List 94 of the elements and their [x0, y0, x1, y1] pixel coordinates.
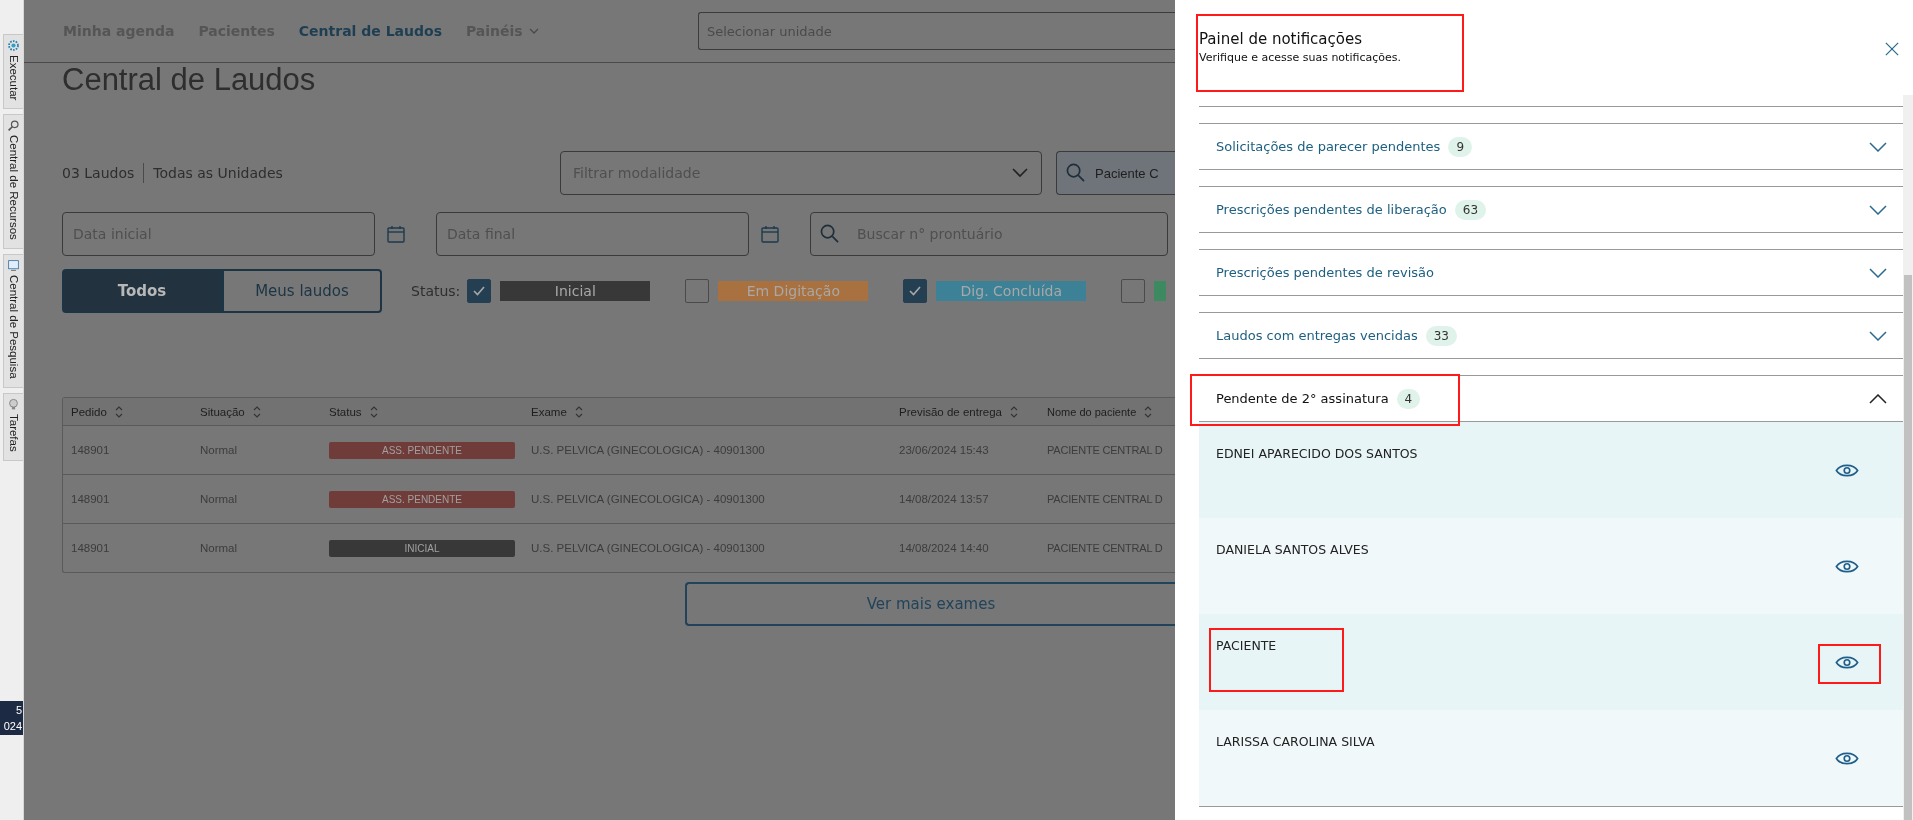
- scrollbar-thumb[interactable]: [1904, 275, 1912, 820]
- notification-section[interactable]: Prescrições pendentes de liberação 63: [1199, 187, 1903, 233]
- table-cell-text: U.S. PELVICA (GINECOLOGICA) - 40901300: [530, 493, 766, 505]
- sidebar-tab[interactable]: Central de Pesquisa: [3, 254, 23, 388]
- table-cell-text: 148901: [70, 493, 111, 505]
- view-icon[interactable]: [1835, 654, 1859, 671]
- sort-icon: [369, 405, 378, 418]
- unit-scope: Todas as Unidades: [153, 165, 283, 181]
- table-cell-text: U.S. PELVICA (GINECOLOGICA) - 40901300: [530, 542, 766, 554]
- sidebar-tab[interactable]: Executar: [3, 34, 23, 110]
- notification-section[interactable]: Prescrições pendentes de revisão: [1199, 250, 1903, 296]
- chevron-down-icon: [1012, 168, 1028, 178]
- date-card: 5 024: [0, 701, 23, 735]
- status-tag: Em Digitação: [718, 281, 869, 301]
- table-cell-text: 148901: [70, 444, 111, 456]
- count-badge: 33: [1425, 325, 1457, 346]
- chevron-down-icon: [1869, 204, 1887, 215]
- view-icon[interactable]: [1835, 462, 1859, 479]
- table-cell-text: Normal: [199, 542, 239, 554]
- status-tag: ASS. PENDENTE: [329, 441, 515, 459]
- monitor-icon: [7, 259, 20, 273]
- count-badge: 63: [1454, 199, 1487, 220]
- status-tag: Inicial: [500, 281, 651, 301]
- chevron-up-icon: [1869, 393, 1887, 404]
- status-tag: Dig. Concluída: [936, 281, 1087, 301]
- status-label: Status:: [411, 283, 461, 299]
- view-icon[interactable]: [1835, 750, 1859, 767]
- patient-name: PACIENTE: [1216, 638, 1277, 653]
- table-cell-text: PACIENTE CENTRAL D: [1046, 493, 1164, 505]
- sidebar-tab[interactable]: Central de Recursos: [3, 114, 23, 250]
- check-icon: [472, 284, 487, 298]
- table-cell-text: PACIENTE CENTRAL D: [1046, 542, 1164, 554]
- sort-icon: [252, 405, 261, 418]
- section-title: Pendente de 2° assinatura: [1216, 391, 1389, 406]
- table-cell-text: 14/08/2024 14:40: [898, 542, 990, 554]
- gear-icon: [7, 39, 20, 52]
- table-cell-text: PACIENTE CENTRAL D: [1046, 444, 1164, 456]
- column-header[interactable]: Situação: [192, 405, 321, 418]
- table-cell-text: 14/08/2024 13:57: [898, 493, 990, 505]
- sort-icon: [574, 405, 583, 418]
- search-icon: [820, 224, 839, 243]
- section-title: Solicitações de parecer pendentes: [1216, 139, 1441, 154]
- calendar-icon[interactable]: [761, 225, 779, 243]
- patient-name: LARISSA CAROLINA SILVA: [1216, 734, 1375, 749]
- search-icon: [1066, 163, 1085, 182]
- report-count: 03 Laudos: [62, 165, 135, 181]
- page-title: Central de Laudos: [62, 63, 317, 99]
- checkbox[interactable]: [1121, 279, 1146, 303]
- sidebar-tab[interactable]: Tarefas: [3, 392, 23, 461]
- table-cell-text: U.S. PELVICA (GINECOLOGICA) - 40901300: [530, 444, 766, 456]
- patient-row[interactable]: EDNEI APARECIDO DOS SANTOS: [1199, 422, 1903, 518]
- calendar-icon[interactable]: [387, 225, 405, 243]
- chevron-down-icon: [1869, 267, 1887, 278]
- patient-name: EDNEI APARECIDO DOS SANTOS: [1216, 446, 1418, 461]
- patient-row[interactable]: DANIELA SANTOS ALVES: [1199, 518, 1903, 614]
- chevron-down-icon: [1869, 141, 1887, 152]
- column-header[interactable]: Previsão de entrega: [891, 405, 1039, 418]
- panel-subtitle: Verifique e acesse suas notificações.: [1199, 51, 1401, 64]
- status-tag: INICIAL: [329, 539, 515, 557]
- count-badge: 4: [1396, 388, 1421, 409]
- notification-section[interactable]: Laudos com entregas vencidas 33: [1199, 313, 1903, 359]
- column-header[interactable]: Status: [321, 405, 523, 418]
- checkbox[interactable]: [903, 279, 928, 303]
- sort-icon: [1009, 405, 1018, 418]
- view-icon[interactable]: [1835, 558, 1859, 575]
- sort-icon: [114, 405, 123, 418]
- panel-title: Painel de notificações: [1199, 30, 1363, 48]
- checkbox[interactable]: [685, 279, 710, 303]
- section-title: Prescrições pendentes de liberação: [1216, 202, 1447, 217]
- table-cell-text: 148901: [70, 542, 111, 554]
- section-title: Laudos com entregas vencidas: [1216, 328, 1418, 343]
- check-icon: [908, 284, 923, 298]
- notification-section[interactable]: Solicitações de parecer pendentes 9: [1199, 124, 1903, 170]
- section-title: Prescrições pendentes de revisão: [1216, 265, 1434, 280]
- chevron-down-icon: [1869, 330, 1887, 341]
- patient-search-field[interactable]: Paciente C: [1056, 151, 1175, 195]
- scrollbar[interactable]: [1903, 95, 1913, 820]
- view-tab[interactable]: Todos: [62, 269, 222, 313]
- status-tag: ASS. PENDENTE: [329, 490, 515, 508]
- column-header[interactable]: Pedido: [63, 405, 192, 418]
- patient-row[interactable]: PACIENTE: [1199, 614, 1903, 710]
- patient-row[interactable]: LARISSA CAROLINA SILVA: [1199, 710, 1903, 806]
- sort-icon: [1144, 405, 1153, 418]
- checkbox[interactable]: [467, 279, 492, 303]
- table-cell-text: Normal: [199, 493, 239, 505]
- column-header[interactable]: Exame: [523, 405, 891, 418]
- search-icon: [7, 119, 20, 133]
- close-icon[interactable]: [1885, 42, 1899, 56]
- column-header[interactable]: Nome do paciente: [1039, 405, 1175, 418]
- patient-name: DANIELA SANTOS ALVES: [1216, 542, 1369, 557]
- count-badge: 9: [1448, 136, 1473, 157]
- table-cell-text: 23/06/2024 15:43: [898, 444, 990, 456]
- table-cell-text: Normal: [199, 444, 239, 456]
- bulb-icon: [7, 397, 20, 411]
